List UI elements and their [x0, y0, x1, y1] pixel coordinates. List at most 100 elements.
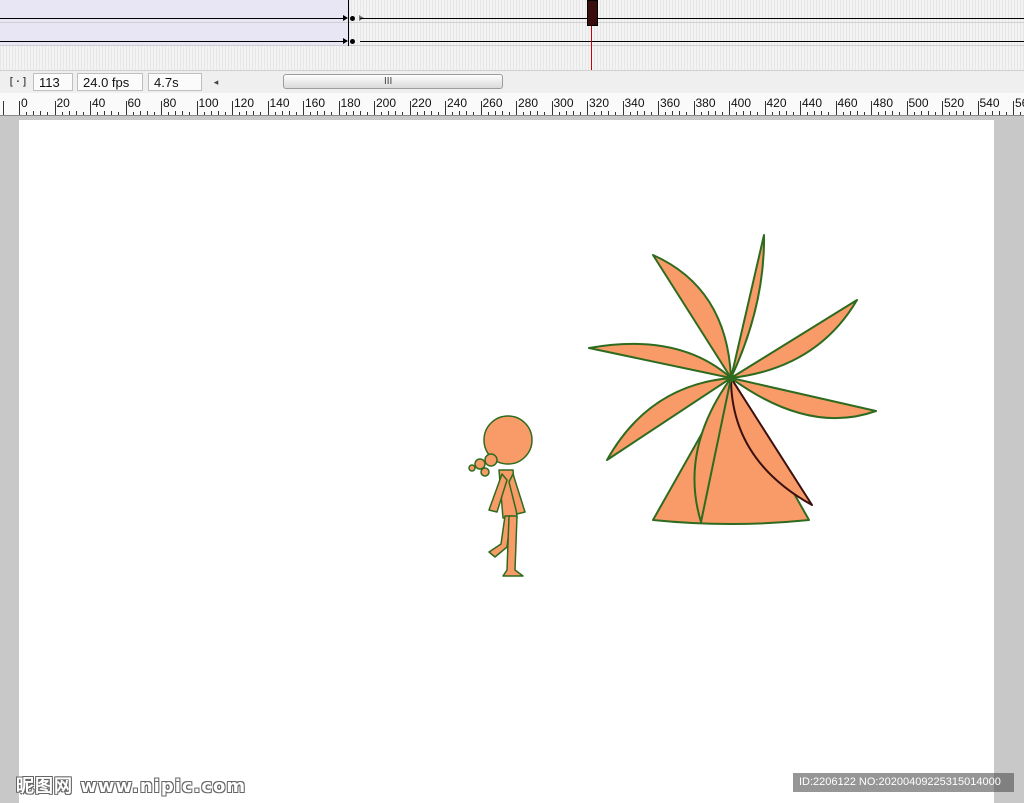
ruler-label: 340: [624, 96, 645, 110]
tween-arrow-line: [0, 41, 345, 42]
ruler-minor-tick: [260, 112, 262, 115]
ruler-major-tick: [835, 101, 837, 115]
ruler-minor-tick: [146, 111, 148, 115]
ruler-minor-tick: [778, 111, 780, 115]
ruler-minor-tick: [253, 111, 255, 115]
ruler-minor-tick: [416, 112, 418, 115]
ruler-major-tick: [800, 101, 801, 115]
elapsed-time-field[interactable]: 4.7s: [148, 73, 202, 91]
ruler-minor-tick: [856, 111, 858, 115]
ruler-major-tick: [622, 101, 624, 115]
ruler-major-tick: [196, 101, 198, 115]
ruler-minor-tick: [1005, 112, 1007, 115]
keyframe-icon[interactable]: [350, 39, 355, 44]
ruler-minor-tick: [381, 112, 383, 115]
ruler-minor-tick: [395, 111, 397, 115]
ruler-minor-tick: [892, 111, 894, 115]
ruler-major-tick: [338, 101, 340, 115]
ruler-minor-tick: [636, 111, 638, 115]
keyframe-icon[interactable]: [350, 16, 355, 21]
ruler-minor-tick: [473, 112, 475, 115]
ruler-minor-tick: [310, 112, 312, 115]
ruler-major-tick: [445, 101, 446, 115]
ruler-minor-tick: [82, 112, 84, 115]
ruler-minor-tick: [139, 111, 141, 115]
ruler-minor-tick: [949, 112, 951, 115]
stick-figure[interactable]: [468, 415, 533, 577]
ruler-label: 260: [482, 96, 503, 110]
ruler-minor-tick: [288, 111, 290, 115]
windmill[interactable]: [588, 234, 877, 525]
ruler-minor-tick: [239, 112, 241, 115]
ruler-major-tick: [161, 101, 162, 115]
ruler-label: 320: [589, 96, 610, 110]
ruler-minor-tick: [579, 112, 581, 115]
ruler-major-tick: [374, 101, 375, 115]
ruler-minor-tick: [878, 112, 880, 115]
ruler-major-tick: [1013, 101, 1014, 115]
ruler-label: 180: [340, 96, 361, 110]
ruler-label: 20: [56, 96, 70, 110]
ruler-major-tick: [587, 101, 588, 115]
ruler-minor-tick: [963, 111, 965, 115]
ruler-minor-tick: [281, 111, 283, 115]
ruler-minor-tick: [558, 112, 560, 115]
ruler-minor-tick: [494, 111, 496, 115]
ruler-minor-tick: [792, 112, 794, 115]
ruler-minor-tick: [388, 111, 390, 115]
timeline-layer-row[interactable]: [0, 0, 1024, 23]
ruler-minor-tick: [991, 111, 993, 115]
ruler-minor-tick: [814, 111, 816, 115]
ruler-minor-tick: [430, 111, 432, 115]
ruler-label: 440: [802, 96, 823, 110]
ruler-minor-tick: [1020, 112, 1022, 115]
windmill-hub: [727, 374, 735, 382]
windmill-blade: [588, 342, 732, 379]
ruler-minor-tick: [75, 111, 77, 115]
ruler-minor-tick: [771, 112, 773, 115]
ruler-minor-tick: [934, 112, 936, 115]
ruler-minor-tick: [608, 111, 610, 115]
ruler-minor-tick: [68, 111, 70, 115]
ruler-major-tick: [658, 101, 659, 115]
ruler-minor-tick: [189, 112, 191, 115]
ruler-minor-tick: [132, 112, 134, 115]
ruler-major-tick: [125, 101, 127, 115]
ruler-label: 100: [198, 96, 219, 110]
ruler-label: 540: [979, 96, 1000, 110]
horizontal-scrollbar-thumb[interactable]: III: [283, 74, 503, 89]
ruler-minor-tick: [274, 112, 276, 115]
scroll-left-arrow-icon[interactable]: ◂: [209, 75, 223, 89]
ruler-label: 480: [873, 96, 894, 110]
timeline-layer-row[interactable]: [0, 23, 1024, 46]
ruler-minor-tick: [523, 112, 525, 115]
ruler-minor-tick: [885, 111, 887, 115]
ruler-minor-tick: [544, 112, 546, 115]
ruler-minor-tick: [217, 111, 219, 115]
ruler-label: 420: [766, 96, 787, 110]
ruler-minor-tick: [317, 111, 319, 115]
ruler-minor-tick: [714, 111, 716, 115]
stage-canvas[interactable]: [19, 120, 994, 803]
ruler-minor-tick: [743, 111, 745, 115]
ruler-minor-tick: [927, 111, 929, 115]
ruler-label: 400: [731, 96, 752, 110]
ruler-label: 60: [127, 96, 141, 110]
ruler-minor-tick: [210, 111, 212, 115]
center-frame-icon[interactable]: [·]: [8, 74, 28, 90]
ruler-major-tick: [480, 101, 482, 115]
ruler-minor-tick: [594, 112, 596, 115]
ruler-minor-tick: [643, 111, 645, 115]
ruler-label: 240: [447, 96, 468, 110]
ruler-major-tick: [232, 101, 233, 115]
ruler-minor-tick: [104, 111, 106, 115]
ruler-minor-tick: [530, 111, 532, 115]
frame-rate-field[interactable]: 24.0 fps: [77, 73, 143, 91]
ruler-major-tick: [19, 101, 20, 115]
ruler-minor-tick: [721, 112, 723, 115]
timeline-panel[interactable]: [0, 0, 1024, 70]
windmill-blade: [730, 234, 766, 379]
current-frame-field[interactable]: 113: [33, 73, 73, 91]
ruler-label: 140: [269, 96, 290, 110]
playhead-handle[interactable]: [587, 0, 598, 26]
